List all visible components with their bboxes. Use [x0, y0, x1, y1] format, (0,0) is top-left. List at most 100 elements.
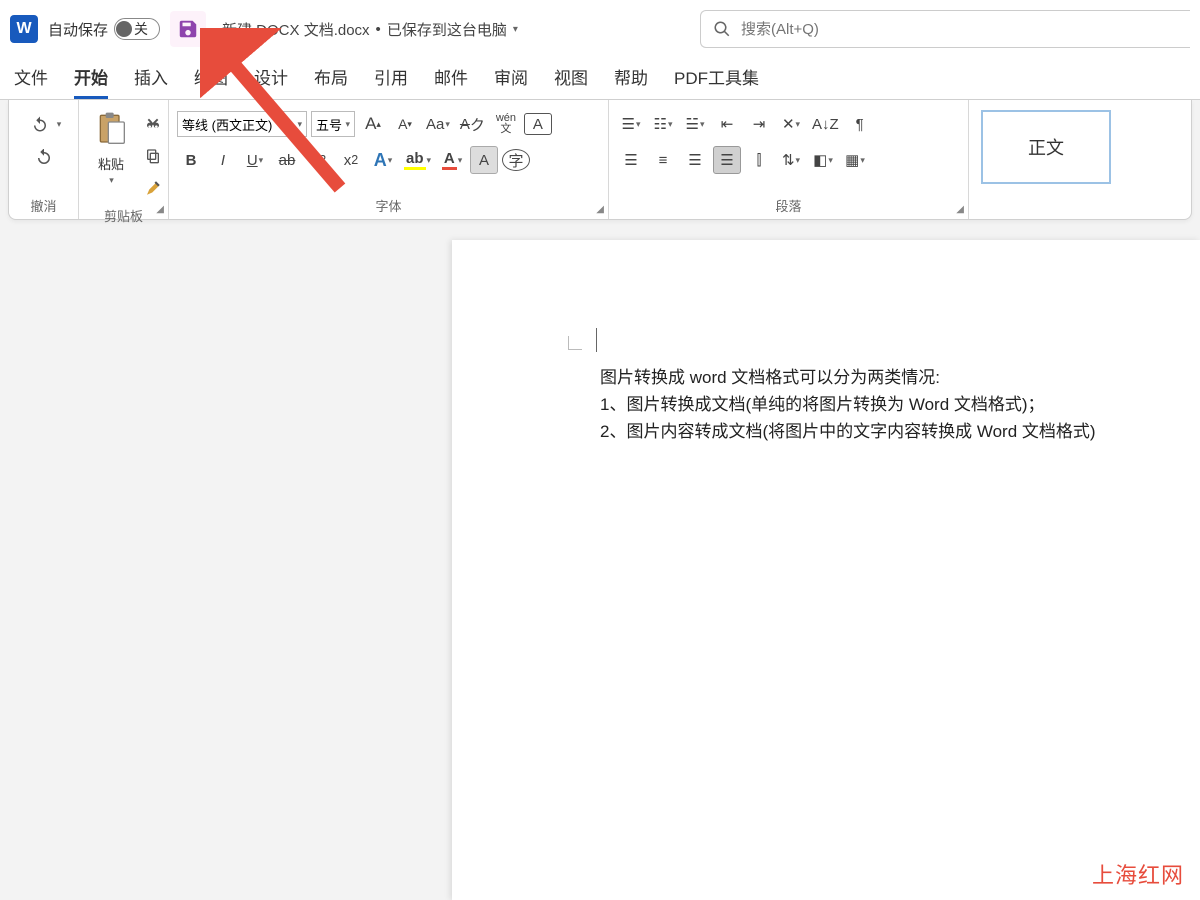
- dialog-launcher-icon[interactable]: ◢: [156, 204, 164, 215]
- tab-help[interactable]: 帮助: [614, 64, 648, 99]
- dialog-launcher-icon[interactable]: ◢: [596, 204, 604, 215]
- align-right-button[interactable]: ☰: [681, 146, 709, 174]
- sort-button[interactable]: A↓Z: [809, 110, 842, 138]
- font-group: 等线 (西文正文)▾ 五号▾ A▴ A▾ Aa▾ Aク wén文 A B I U…: [169, 100, 609, 219]
- clear-formatting-button[interactable]: Aク: [457, 110, 488, 138]
- show-marks-button[interactable]: ¶: [846, 110, 874, 138]
- chevron-down-icon[interactable]: ▾: [57, 119, 62, 130]
- undo-button[interactable]: [26, 110, 54, 138]
- document-title[interactable]: 新建 DOCX 文档.docx • 已保存到这台电脑 ▾: [222, 19, 518, 40]
- highlight-button[interactable]: ab▾: [401, 146, 434, 174]
- phonetic-guide-button[interactable]: wén文: [492, 110, 520, 138]
- tab-file[interactable]: 文件: [14, 64, 48, 99]
- tab-view[interactable]: 视图: [554, 64, 588, 99]
- font-size-select[interactable]: 五号▾: [311, 111, 355, 137]
- copy-icon: [145, 148, 161, 164]
- save-button[interactable]: [170, 11, 206, 47]
- redo-icon: [35, 149, 53, 167]
- style-body-text[interactable]: 正文: [981, 110, 1111, 184]
- bullets-button[interactable]: ☰▾: [617, 110, 645, 138]
- tab-mailings[interactable]: 邮件: [434, 64, 468, 99]
- align-center-button[interactable]: ≡: [649, 146, 677, 174]
- subscript-button[interactable]: x2: [305, 146, 333, 174]
- shading-button[interactable]: ◧▾: [809, 146, 837, 174]
- underline-button[interactable]: U▾: [241, 146, 269, 174]
- text-effects-button[interactable]: A▾: [369, 146, 397, 174]
- strikethrough-button[interactable]: ab: [273, 146, 301, 174]
- font-color-button[interactable]: A▾: [438, 146, 466, 174]
- text-cursor: [596, 328, 597, 352]
- save-icon: [177, 18, 199, 40]
- doc-line: 1、图片转换成文档(单纯的将图片转换为 Word 文档格式)；: [600, 391, 1140, 418]
- group-label-undo: 撤消: [17, 192, 70, 217]
- bold-button[interactable]: B: [177, 146, 205, 174]
- superscript-button[interactable]: x2: [337, 146, 365, 174]
- ribbon: ▾ 撤消 粘贴 ▾ 剪贴板 ◢ 等线 (西文正文)▾ 五号▾: [8, 100, 1192, 220]
- decrease-indent-button[interactable]: ⇤: [713, 110, 741, 138]
- document-page[interactable]: 图片转换成 word 文档格式可以分为两类情况: 1、图片转换成文档(单纯的将图…: [452, 240, 1200, 900]
- multilevel-list-button[interactable]: ☱▾: [681, 110, 709, 138]
- asian-layout-button[interactable]: ✕▾: [777, 110, 805, 138]
- brush-icon: [144, 179, 162, 197]
- tab-pdf-tools[interactable]: PDF工具集: [674, 64, 759, 99]
- document-content[interactable]: 图片转换成 word 文档格式可以分为两类情况: 1、图片转换成文档(单纯的将图…: [600, 364, 1140, 446]
- undo-icon: [30, 115, 50, 133]
- autosave-toggle[interactable]: 关: [114, 18, 160, 40]
- align-left-button[interactable]: ☰: [617, 146, 645, 174]
- ribbon-tabs: 文件 开始 插入 绘图 设计 布局 引用 邮件 审阅 视图 帮助 PDF工具集: [0, 58, 1200, 100]
- doc-line: 2、图片内容转成文档(将图片中的文字内容转换成 Word 文档格式): [600, 418, 1140, 445]
- shrink-font-button[interactable]: A▾: [391, 110, 419, 138]
- tab-home[interactable]: 开始: [74, 64, 108, 99]
- character-border-button[interactable]: A: [524, 113, 552, 135]
- borders-button[interactable]: ▦▾: [841, 146, 869, 174]
- tab-layout[interactable]: 布局: [314, 64, 348, 99]
- character-shading-button[interactable]: A: [470, 146, 498, 174]
- cut-button[interactable]: [139, 110, 167, 138]
- italic-button[interactable]: I: [209, 146, 237, 174]
- titlebar: W 自动保存 关 新建 DOCX 文档.docx • 已保存到这台电脑 ▾: [0, 0, 1200, 58]
- line-spacing-button[interactable]: ⇅▾: [777, 146, 805, 174]
- clipboard-group: 粘贴 ▾ 剪贴板 ◢: [79, 100, 169, 219]
- margin-indicator: [568, 336, 582, 350]
- watermark: 上海红网: [1092, 858, 1184, 890]
- distributed-button[interactable]: ⫿: [745, 146, 773, 174]
- redo-button[interactable]: [30, 144, 58, 172]
- scissors-icon: [145, 116, 161, 132]
- enclose-characters-button[interactable]: 字: [502, 149, 530, 171]
- tab-design[interactable]: 设计: [254, 64, 288, 99]
- paste-icon: [95, 111, 127, 149]
- search-icon: [713, 20, 731, 38]
- numbering-button[interactable]: ☷▾: [649, 110, 677, 138]
- doc-name: 新建 DOCX 文档.docx: [222, 19, 370, 40]
- styles-group: 正文: [969, 100, 1191, 219]
- font-name-select[interactable]: 等线 (西文正文)▾: [177, 111, 307, 137]
- tab-draw[interactable]: 绘图: [194, 64, 228, 99]
- grow-font-button[interactable]: A▴: [359, 110, 387, 138]
- tab-references[interactable]: 引用: [374, 64, 408, 99]
- chevron-down-icon[interactable]: ▾: [109, 175, 114, 186]
- search-box[interactable]: [700, 10, 1190, 48]
- justify-button[interactable]: ☰: [713, 146, 741, 174]
- autosave-control[interactable]: 自动保存 关: [48, 18, 160, 40]
- change-case-button[interactable]: Aa▾: [423, 110, 453, 138]
- search-input[interactable]: [741, 21, 1178, 38]
- doc-line: 图片转换成 word 文档格式可以分为两类情况:: [600, 364, 1140, 391]
- tab-insert[interactable]: 插入: [134, 64, 168, 99]
- undo-group: ▾ 撤消: [9, 100, 79, 219]
- paragraph-group: ☰▾ ☷▾ ☱▾ ⇤ ⇥ ✕▾ A↓Z ¶ ☰ ≡ ☰ ☰ ⫿ ⇅▾ ◧▾ ▦▾…: [609, 100, 969, 219]
- group-label-font: 字体: [177, 192, 600, 217]
- autosave-label: 自动保存: [48, 19, 108, 40]
- tab-review[interactable]: 审阅: [494, 64, 528, 99]
- word-app-icon: W: [10, 15, 38, 43]
- copy-button[interactable]: [139, 142, 167, 170]
- toggle-state: 关: [134, 19, 148, 39]
- increase-indent-button[interactable]: ⇥: [745, 110, 773, 138]
- chevron-down-icon[interactable]: ▾: [513, 24, 518, 35]
- save-status: 已保存到这台电脑: [387, 19, 507, 40]
- format-painter-button[interactable]: [139, 174, 167, 202]
- dialog-launcher-icon[interactable]: ◢: [956, 204, 964, 215]
- toggle-knob: [116, 21, 132, 37]
- paste-button[interactable]: 粘贴 ▾: [87, 106, 135, 188]
- paste-label: 粘贴: [98, 154, 124, 173]
- group-label-clipboard: 剪贴板: [87, 202, 160, 227]
